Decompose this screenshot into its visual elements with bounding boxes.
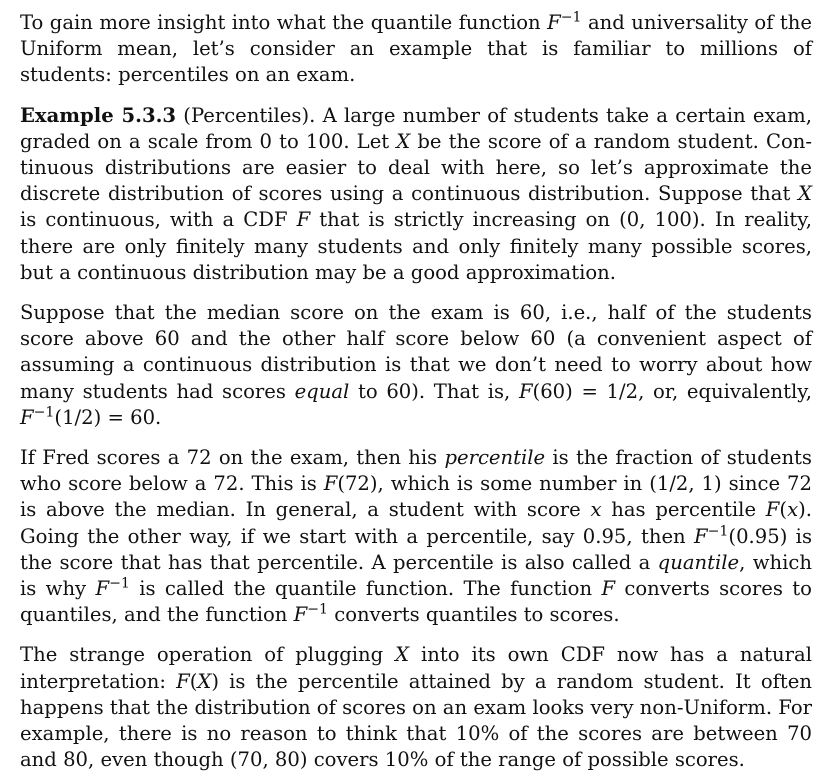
emphasis-text: percentile <box>444 446 546 470</box>
example-paragraph: Example 5.3.3 (Percentiles). A large num… <box>20 103 812 286</box>
math-variable: x <box>590 498 602 522</box>
math-symbol: F−1 <box>694 522 729 548</box>
math-variable: F <box>323 472 338 496</box>
math-variable: F <box>518 379 533 403</box>
text-run: to 60). That is, <box>349 379 519 403</box>
math-variable: F <box>176 669 190 693</box>
math-variable: F <box>95 577 110 601</box>
math-symbol: F <box>176 670 190 693</box>
math-superscript: −1 <box>109 575 130 592</box>
text-run: has percentile <box>601 498 766 522</box>
median-paragraph: Suppose that the median score on the exa… <box>20 300 812 431</box>
math-variable: F <box>293 603 308 627</box>
math-symbol: X <box>395 643 409 666</box>
percentile-paragraph: If Fred scores a 72 on the exam, then hi… <box>20 445 812 628</box>
math-symbol: F <box>601 577 615 600</box>
math-variable: F <box>296 208 311 232</box>
text-run: To gain more insight into what the quant… <box>20 11 548 34</box>
math-symbol: F−1 <box>20 404 55 429</box>
text-run: ( <box>779 498 788 522</box>
math-symbol: F <box>297 208 311 231</box>
math-variable: X <box>395 643 410 667</box>
math-variable: X <box>396 129 411 153</box>
intro-paragraph: To gain more insight into what the quant… <box>20 10 812 89</box>
text-run: (1/2) = 60. <box>54 405 162 429</box>
text-run: If Fred scores a 72 on the exam, then hi… <box>20 446 445 470</box>
math-variable: x <box>787 498 799 522</box>
example-label: Example 5.3.3 <box>20 103 177 127</box>
math-symbol: x <box>787 498 798 521</box>
math-superscript: −1 <box>707 522 729 539</box>
text-run: is continuous, with a CDF <box>20 208 297 232</box>
text-run: (60) = 1/2, or, equivalently, <box>532 379 812 403</box>
math-variable: F <box>694 524 708 548</box>
math-superscript: −1 <box>560 9 582 26</box>
math-symbol: F−1 <box>293 601 329 627</box>
math-symbol: F <box>324 472 338 495</box>
emphasis-text: equal <box>294 379 350 403</box>
math-variable: X <box>197 669 212 693</box>
text-run: The strange operation of plugging <box>20 643 396 667</box>
math-symbol: x <box>590 498 601 521</box>
math-variable: F <box>547 11 561 34</box>
document-page: To gain more insight into what the quant… <box>0 0 830 771</box>
math-symbol: F <box>519 380 533 403</box>
math-variable: F <box>20 405 34 429</box>
math-superscript: −1 <box>33 404 55 421</box>
text-run: converts quantiles to scores. <box>328 603 620 627</box>
interpretation-paragraph: The strange operation of plugging X into… <box>20 642 812 773</box>
math-symbol: X <box>798 182 812 205</box>
math-variable: X <box>798 182 812 206</box>
math-symbol: X <box>396 130 410 153</box>
math-symbol: X <box>197 670 211 693</box>
math-symbol: F−1 <box>95 575 130 601</box>
math-symbol: F <box>766 498 780 521</box>
text-run: is called the quantile function. The fun… <box>129 577 602 601</box>
math-superscript: −1 <box>307 601 329 618</box>
math-symbol: F−1 <box>547 9 582 34</box>
math-variable: F <box>765 498 780 522</box>
math-variable: F <box>601 577 616 601</box>
emphasis-text: quantile <box>657 550 740 574</box>
